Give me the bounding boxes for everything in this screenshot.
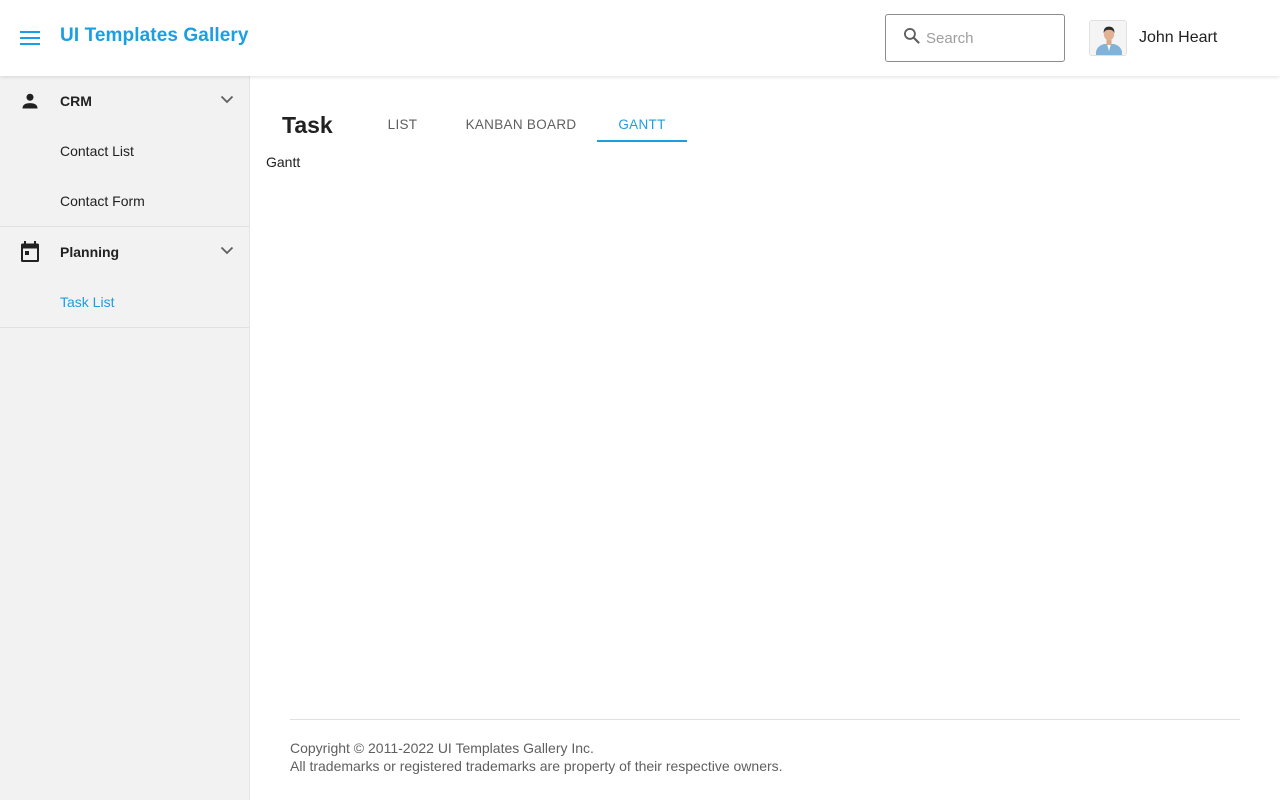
- sidebar-group-header-crm[interactable]: CRM: [0, 76, 249, 126]
- sidebar-item-contact-list[interactable]: Contact List: [0, 126, 249, 176]
- app-header: UI Templates Gallery John Heart: [0, 0, 1280, 76]
- tab-kanban-board[interactable]: KANBAN BOARD: [445, 106, 597, 142]
- search-input[interactable]: [926, 29, 1056, 47]
- tab-content-text: Gantt: [266, 154, 301, 170]
- menu-icon[interactable]: [14, 22, 46, 54]
- sidebar-item-task-list[interactable]: Task List: [0, 277, 249, 327]
- chevron-down-icon[interactable]: [217, 240, 237, 260]
- footer-trademarks: All trademarks or registered trademarks …: [290, 758, 783, 774]
- user-name[interactable]: John Heart: [1139, 29, 1217, 47]
- footer-divider: [290, 719, 1240, 720]
- person-icon: [18, 89, 42, 113]
- sidebar-group-crm: CRM Contact List Contact Form: [0, 76, 249, 227]
- avatar[interactable]: [1089, 20, 1127, 56]
- sidebar-group-header-planning[interactable]: Planning: [0, 227, 249, 277]
- sidebar: CRM Contact List Contact Form Planning T…: [0, 76, 250, 800]
- search-box[interactable]: [885, 14, 1065, 62]
- tab-bar: LIST KANBAN BOARD GANTT: [360, 106, 687, 142]
- sidebar-group-label: Planning: [60, 244, 120, 260]
- sidebar-item-label: Contact List: [60, 143, 134, 159]
- sidebar-group-planning: Planning Task List: [0, 227, 249, 328]
- main-content: Task LIST KANBAN BOARD GANTT Gantt Copyr…: [250, 76, 1280, 800]
- calendar-icon: [18, 240, 42, 264]
- page-title: Task: [282, 112, 333, 138]
- tab-list[interactable]: LIST: [360, 106, 445, 142]
- tab-gantt[interactable]: GANTT: [597, 106, 687, 142]
- sidebar-group-label: CRM: [60, 93, 92, 109]
- sidebar-item-label: Task List: [60, 294, 115, 310]
- sidebar-item-contact-form[interactable]: Contact Form: [0, 176, 249, 226]
- search-icon: [902, 26, 922, 51]
- footer-copyright: Copyright © 2011-2022 UI Templates Galle…: [290, 740, 594, 756]
- sidebar-item-label: Contact Form: [60, 193, 145, 209]
- chevron-down-icon[interactable]: [217, 89, 237, 109]
- app-title[interactable]: UI Templates Gallery: [60, 25, 249, 47]
